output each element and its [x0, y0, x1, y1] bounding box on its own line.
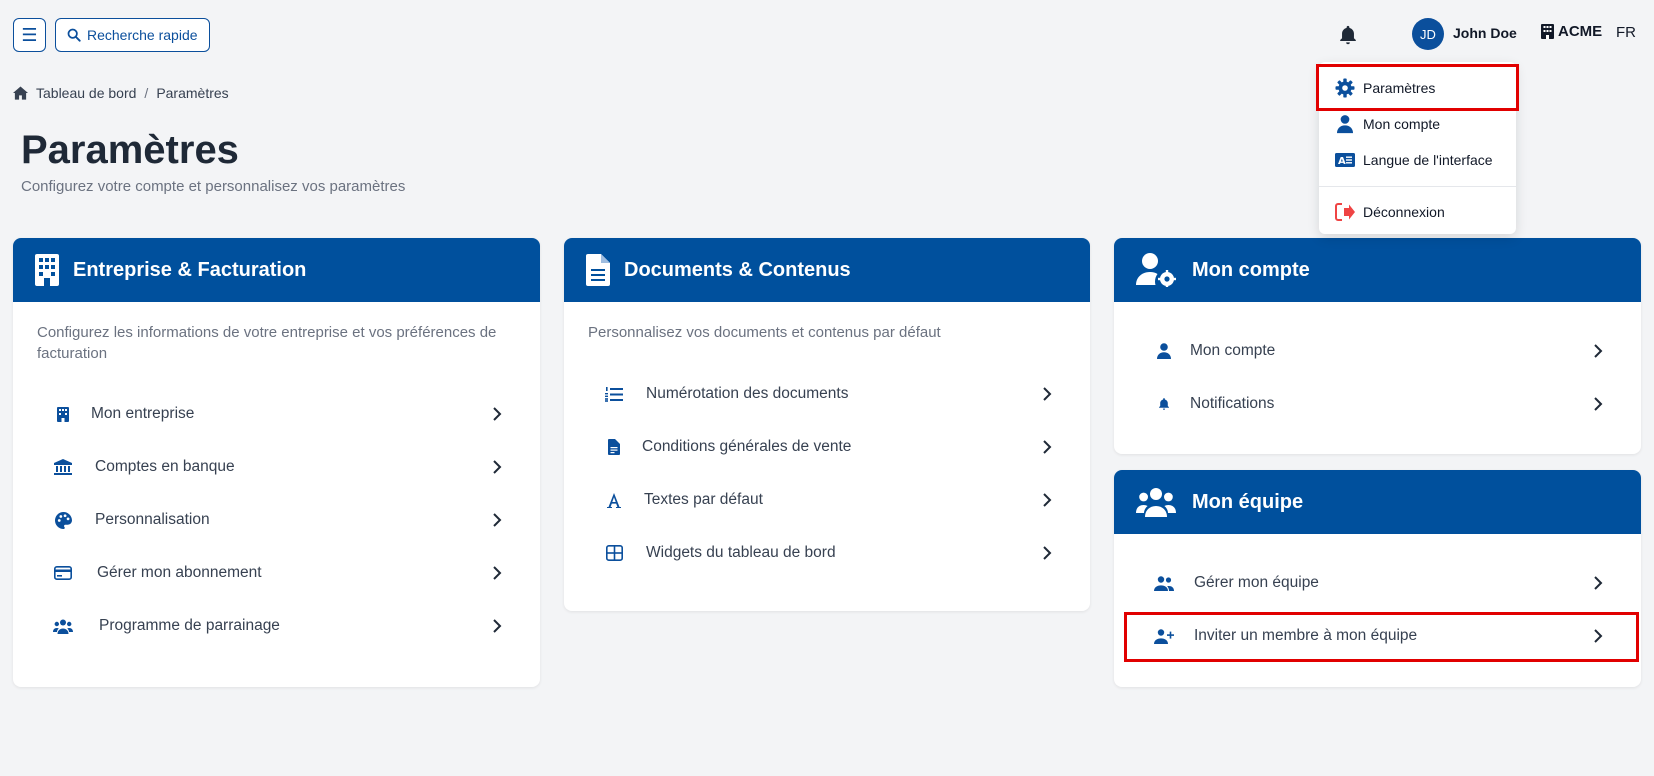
menu-item-logout[interactable]: Déconnexion [1335, 200, 1445, 224]
users-icon [1136, 488, 1176, 517]
svg-text:A: A [1338, 156, 1346, 167]
page-subtitle: Configurez votre compte et personnalisez… [21, 178, 406, 195]
menu-item-my-account[interactable]: Mon compte [1335, 112, 1440, 136]
user-icon [1337, 115, 1353, 134]
user-gear-icon [1136, 253, 1176, 287]
card-item-label: Numérotation des documents [646, 385, 849, 402]
card-item-manage-team[interactable]: Gérer mon équipe [1152, 563, 1603, 603]
grid-icon [602, 545, 626, 561]
highlight-invite-member-item [1124, 612, 1639, 662]
card-team-title: Mon équipe [1192, 490, 1304, 513]
card-item-document-numbering[interactable]: Numérotation des documents [602, 374, 1052, 414]
building-icon [35, 254, 59, 286]
menu-divider [1319, 186, 1516, 187]
breadcrumb-home[interactable]: Tableau de bord [36, 85, 136, 101]
card-item-my-company[interactable]: Mon entreprise [51, 394, 502, 434]
user-icon [1152, 343, 1176, 359]
card-item-bank-accounts[interactable]: Comptes en banque [51, 447, 502, 487]
card-item-label: Mon entreprise [91, 405, 195, 422]
user-name[interactable]: John Doe [1453, 25, 1517, 41]
card-documents-header: Documents & Contenus [564, 238, 1090, 302]
chevron-right-icon [1594, 397, 1603, 411]
document-icon [602, 439, 626, 455]
users-icon [51, 619, 75, 634]
breadcrumb-current: Paramètres [156, 85, 229, 101]
top-bar: ☰ Recherche rapide JD John Doe ACME FR [13, 18, 1654, 52]
menu-item-label: Langue de l'interface [1363, 152, 1493, 168]
language-switcher[interactable]: FR [1616, 24, 1636, 41]
document-icon [586, 254, 610, 286]
card-item-label: Widgets du tableau de bord [646, 544, 836, 561]
card-item-terms-of-sale[interactable]: Conditions générales de vente [602, 427, 1052, 467]
palette-icon [51, 511, 75, 529]
avatar[interactable]: JD [1412, 18, 1444, 50]
card-item-my-account[interactable]: Mon compte [1152, 331, 1603, 371]
card-item-label: Notifications [1190, 395, 1275, 412]
logout-icon [1335, 203, 1355, 221]
card-account: Mon compte Mon compte Notifications [1114, 238, 1641, 454]
language-icon: A [1335, 153, 1355, 167]
chevron-right-icon [493, 619, 502, 633]
card-billing-title: Entreprise & Facturation [73, 258, 307, 281]
company-switcher[interactable]: ACME [1541, 23, 1602, 40]
card-item-notifications[interactable]: Notifications [1152, 384, 1603, 424]
search-icon [67, 28, 81, 42]
card-item-label: Conditions générales de vente [642, 438, 852, 455]
highlight-settings-menu-item [1316, 64, 1519, 111]
card-item-default-texts[interactable]: Textes par défaut [602, 480, 1052, 520]
home-icon [13, 86, 28, 100]
users-icon [1152, 575, 1176, 591]
avatar-initials: JD [1420, 26, 1436, 42]
card-team-header: Mon équipe [1114, 470, 1641, 534]
breadcrumb-separator: / [144, 85, 149, 101]
card-billing: Entreprise & Facturation Configurez les … [13, 238, 540, 687]
bell-icon [1152, 396, 1176, 412]
chevron-right-icon [1043, 440, 1052, 454]
card-item-label: Textes par défaut [644, 491, 763, 508]
menu-button[interactable]: ☰ [13, 18, 46, 52]
card-billing-header: Entreprise & Facturation [13, 238, 540, 302]
card-documents-title: Documents & Contenus [624, 258, 851, 281]
card-item-label: Gérer mon abonnement [97, 564, 262, 581]
chevron-right-icon [1043, 546, 1052, 560]
card-item-subscription[interactable]: Gérer mon abonnement [51, 553, 502, 593]
card-item-label: Programme de parrainage [99, 617, 280, 634]
chevron-right-icon [1043, 493, 1052, 507]
card-account-title: Mon compte [1192, 258, 1310, 281]
card-item-customization[interactable]: Personnalisation [51, 500, 502, 540]
chevron-right-icon [493, 407, 502, 421]
card-billing-description: Configurez les informations de votre ent… [37, 324, 497, 362]
building-icon [1541, 24, 1554, 39]
menu-item-label: Déconnexion [1363, 204, 1445, 220]
building-icon [51, 406, 75, 422]
chevron-right-icon [1043, 387, 1052, 401]
credit-card-icon [51, 566, 75, 580]
card-item-label: Mon compte [1190, 342, 1276, 359]
company-name: ACME [1558, 23, 1603, 40]
chevron-right-icon [1594, 576, 1603, 590]
menu-item-label: Mon compte [1363, 116, 1441, 132]
card-item-label: Personnalisation [95, 511, 210, 528]
card-documents: Documents & Contenus Personnalisez vos d… [564, 238, 1090, 611]
bell-icon[interactable] [1337, 24, 1359, 46]
card-item-dashboard-widgets[interactable]: Widgets du tableau de bord [602, 533, 1052, 573]
menu-item-interface-language[interactable]: A Langue de l'interface [1335, 148, 1493, 172]
chevron-right-icon [493, 460, 502, 474]
quick-search-button[interactable]: Recherche rapide [55, 18, 210, 52]
breadcrumb: Tableau de bord / Paramètres [13, 85, 229, 101]
page-title: Paramètres [21, 128, 239, 172]
card-item-referral[interactable]: Programme de parrainage [51, 606, 502, 646]
card-documents-description: Personnalisez vos documents et contenus … [588, 324, 941, 341]
card-account-header: Mon compte [1114, 238, 1641, 302]
numbered-list-icon [602, 386, 626, 402]
chevron-right-icon [493, 566, 502, 580]
bank-icon [51, 459, 75, 475]
hamburger-icon: ☰ [21, 24, 38, 45]
chevron-right-icon [493, 513, 502, 527]
card-item-label: Comptes en banque [95, 458, 235, 475]
font-icon [602, 492, 626, 508]
quick-search-label: Recherche rapide [87, 27, 198, 43]
card-item-label: Gérer mon équipe [1194, 574, 1319, 591]
chevron-right-icon [1594, 344, 1603, 358]
